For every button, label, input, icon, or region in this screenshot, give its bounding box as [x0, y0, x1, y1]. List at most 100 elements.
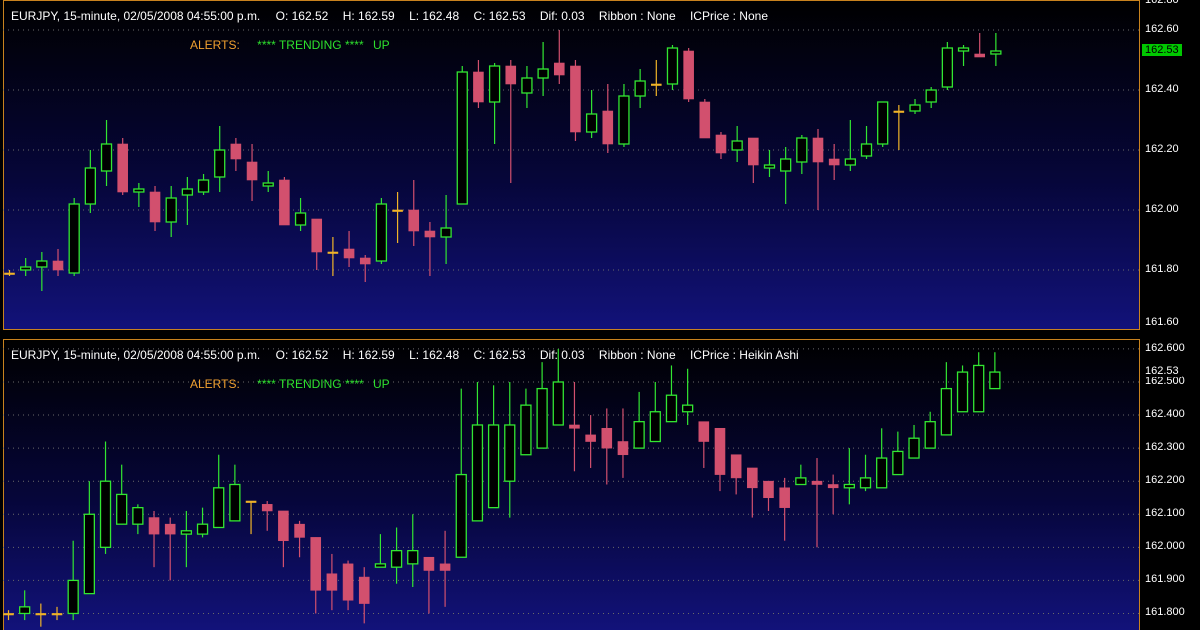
candle — [748, 137, 759, 183]
candle — [569, 381, 580, 472]
candle — [326, 553, 338, 611]
candle — [633, 391, 645, 449]
chart-panel-top: EURJPY, 15-minute, 02/05/2008 04:55:00 p… — [3, 0, 1200, 330]
candle — [439, 530, 451, 607]
candle — [51, 606, 63, 621]
candle — [99, 441, 112, 554]
y-tick-label: 162.100 — [1145, 507, 1185, 520]
alerts-label: ALERTS: — [190, 38, 240, 52]
candle — [407, 514, 419, 588]
candle — [245, 500, 257, 535]
low-value: L: 162.48 — [409, 348, 460, 362]
candle — [537, 42, 549, 96]
candle — [84, 150, 96, 213]
candle — [117, 138, 128, 195]
candle — [19, 590, 31, 621]
open-value: O: 162.52 — [275, 9, 329, 23]
candle — [279, 177, 290, 226]
candle — [487, 385, 500, 509]
open-value: O: 162.52 — [275, 348, 329, 362]
candle — [68, 198, 80, 276]
candle — [957, 45, 970, 66]
candle — [730, 454, 742, 495]
candle — [229, 464, 241, 522]
candle — [956, 365, 969, 413]
candle — [877, 101, 889, 147]
candle — [585, 90, 598, 138]
candle — [149, 186, 161, 231]
candle — [859, 454, 872, 492]
candle — [164, 517, 176, 581]
candle — [699, 99, 711, 139]
candle — [925, 87, 937, 108]
candle — [731, 126, 743, 162]
candle — [570, 60, 581, 141]
icprice-value: ICPrice : None — [689, 9, 768, 23]
candle — [440, 195, 452, 264]
icprice-value: ICPrice : Heikin Ashi — [689, 348, 799, 362]
candle — [893, 105, 905, 150]
candle — [715, 132, 727, 159]
candle — [374, 534, 387, 568]
chart-panel-bottom: EURJPY, 15-minute, 02/05/2008 04:55:00 p… — [3, 339, 1200, 630]
candle — [812, 129, 824, 210]
candle — [196, 507, 209, 538]
candle — [358, 567, 370, 624]
candle — [197, 174, 210, 195]
ribbon-value: Ribbon : None — [598, 9, 676, 23]
candle — [650, 60, 662, 96]
candle — [795, 464, 807, 486]
candle — [796, 135, 808, 174]
candle — [908, 424, 920, 459]
candle — [763, 480, 774, 511]
candle — [747, 467, 758, 518]
y-tick-label: 162.300 — [1145, 441, 1185, 454]
candle — [618, 84, 630, 147]
candle — [180, 510, 193, 568]
alerts-line-top: ALERTS: **** TRENDING **** UP — [190, 38, 390, 52]
candle — [683, 48, 694, 102]
y-tick-label: 161.60 — [1145, 316, 1179, 328]
candle — [521, 66, 533, 108]
candle — [909, 99, 921, 114]
candle — [310, 537, 322, 614]
chart-header-bottom: EURJPY, 15-minute, 02/05/2008 04:55:00 p… — [11, 348, 810, 362]
candle — [390, 527, 403, 584]
trending-text: **** TRENDING **** — [257, 377, 364, 391]
candle — [843, 448, 855, 505]
candle — [698, 421, 710, 468]
candle — [148, 510, 160, 568]
candle — [456, 66, 468, 205]
candle — [165, 186, 177, 237]
y-tick-label: 162.200 — [1145, 474, 1185, 487]
last-price-label-top: 162.53 — [1142, 44, 1182, 56]
candle — [455, 388, 467, 558]
candle — [214, 126, 226, 192]
y-tick-label: 161.800 — [1145, 606, 1185, 619]
candle — [536, 362, 548, 449]
candle — [67, 540, 79, 621]
alerts-line-bottom: ALERTS: **** TRENDING **** UP — [190, 377, 390, 391]
candle — [828, 144, 840, 180]
y-tick-label: 162.00 — [1145, 203, 1179, 215]
candle — [585, 415, 596, 468]
y-tick-label: 162.60 — [1145, 23, 1179, 35]
y-tick-label: 161.80 — [1145, 263, 1179, 275]
candle — [974, 33, 986, 58]
diff-value: Dif: 0.03 — [539, 348, 585, 362]
ribbon-value: Ribbon : None — [598, 348, 676, 362]
candle — [311, 218, 323, 270]
candle — [665, 365, 678, 423]
candlestick-chart-bottom — [3, 348, 1140, 627]
symbol-label: EURJPY, 15-minute, 02/05/2008 04:55:00 p… — [11, 9, 261, 23]
candle — [811, 458, 823, 548]
candle — [52, 249, 64, 276]
candle — [827, 474, 839, 515]
candle — [36, 252, 48, 291]
candle — [294, 520, 305, 558]
candle — [941, 42, 954, 90]
candle — [3, 610, 14, 621]
close-value: C: 162.53 — [473, 9, 526, 23]
candle — [924, 411, 936, 449]
high-value: H: 162.59 — [342, 9, 395, 23]
